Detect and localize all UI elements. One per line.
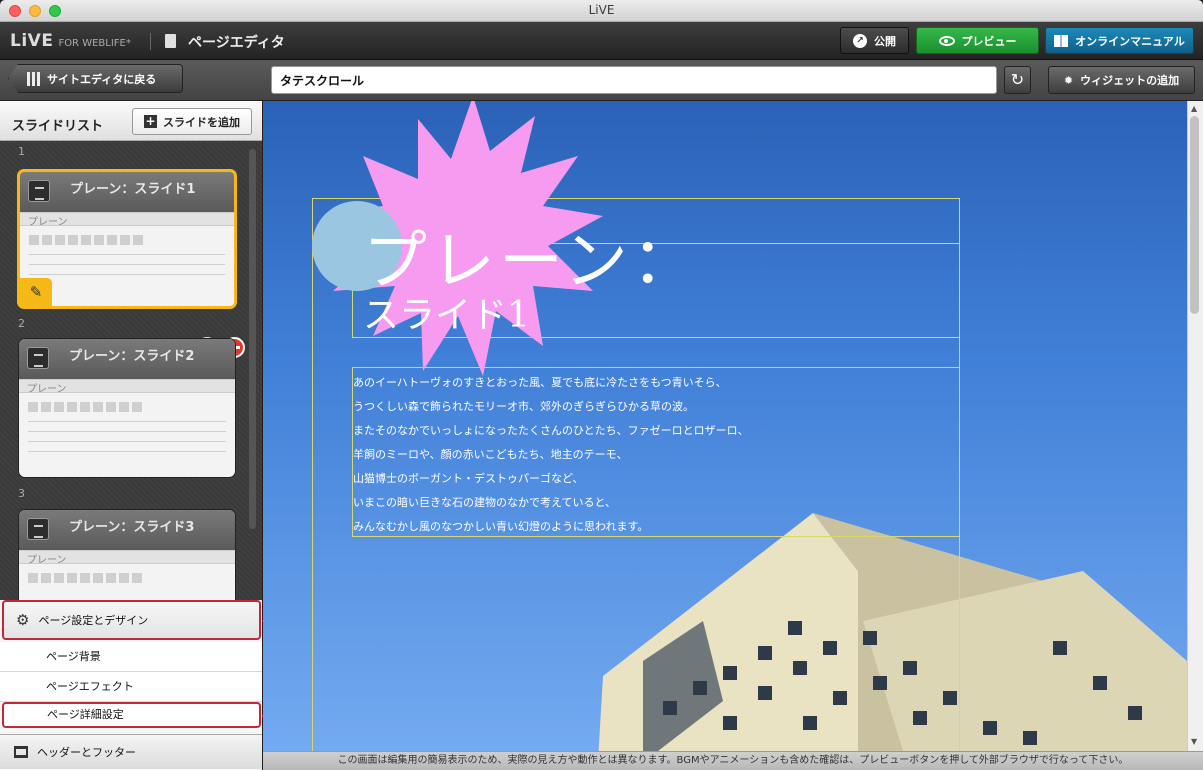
page-settings-design-button[interactable]: ⚙ ページ設定とデザイン [2,600,261,640]
page-editor-label: ページエディタ [188,35,285,51]
slide-number: 3 [18,487,25,500]
window-titlebar: LiVE [0,0,1203,22]
slide-layout-label: プレーン [20,212,234,228]
slide-body-text[interactable]: あのイーハトーヴォのすきとおった風、夏でも底に冷たさをもつ青いそら、 うつくしい… [353,371,953,539]
scroll-down-icon[interactable]: ▼ [1191,737,1197,746]
slide-thumbnail-1[interactable]: プレーン：スライド1 プレーン ✎ [17,169,237,309]
page-effect-item[interactable]: ページエフェクト [0,672,262,702]
slide-layout-icon [27,347,49,369]
slide-title: プレーン：スライド3 [69,520,195,535]
edit-pencil-icon[interactable]: ✎ [20,278,52,306]
page-background-item[interactable]: ページ背景 [0,642,262,672]
page-canvas[interactable]: プレーン： スライド1 あのイーハトーヴォのすきとおった風、夏でも底に冷たさをも… [263,101,1187,751]
slide-list-title: スライドリスト [12,119,104,134]
scroll-up-icon[interactable]: ▲ [1191,104,1197,113]
columns-icon [27,71,40,86]
page-settings-panel: ⚙ ページ設定とデザイン ページ背景 ページエフェクト ページ詳細設定 ヘッダー… [0,600,262,770]
slide-number: 2 [18,317,25,330]
publish-button[interactable]: ↗ 公開 [840,27,909,54]
back-to-site-editor-button[interactable]: サイトエディタに戻る [8,64,183,93]
eye-icon [938,35,955,46]
header-footer-button[interactable]: ヘッダーとフッター [0,734,262,769]
slide-layout-icon [27,518,49,540]
header-divider [150,33,151,50]
window-title: LiVE [588,3,615,17]
book-icon [1054,34,1069,47]
slide-list-scrollbar[interactable] [249,149,256,529]
slide-thumbnail-2[interactable]: プレーン：スライド2 プレーン [18,338,236,478]
online-manual-button[interactable]: オンラインマニュアル [1045,27,1194,54]
add-slide-button[interactable]: + スライドを追加 [132,108,252,135]
app-logo: LiVE FOR WEBLIFE* [10,31,131,51]
slide-list[interactable]: 1 プレーン：スライド1 プレーン ✎ ⧉ 2 プレーン：スライド2 プレーン … [0,141,262,601]
slide-layout-label: プレーン [19,550,235,566]
scrollbar-thumb[interactable] [1190,116,1199,314]
publish-icon: ↗ [853,33,867,48]
plus-icon: + [144,114,157,128]
slide-list-header: スライドリスト + スライドを追加 [0,101,262,141]
slide-layout-icon [28,180,50,202]
gear-icon: ✹ [1063,73,1074,87]
add-widget-button[interactable]: ✹ ウィジェットの追加 [1048,66,1195,94]
page-title-input[interactable] [271,66,997,94]
preview-button[interactable]: プレビュー [916,27,1039,54]
slide-title: プレーン：スライド1 [70,182,196,197]
editor-toolbar: サイトエディタに戻る ↻ ✹ ウィジェットの追加 [0,60,1203,101]
gear-icon: ⚙ [16,611,30,629]
status-bar: この画面は編集用の簡易表示のため、実際の見え方や動作とは異なります。BGMやアニ… [263,751,1203,770]
app-header: LiVE FOR WEBLIFE* ページエディタ ↗ 公開 プレビュー オンライ… [0,22,1203,60]
slide-title: プレーン：スライド2 [69,349,195,364]
slide-layout-label: プレーン [19,379,235,395]
page-detail-settings-item[interactable]: ページ詳細設定 [2,702,261,728]
document-icon [165,34,176,48]
refresh-icon[interactable]: ↻ [1004,66,1031,94]
header-footer-icon [14,746,28,758]
sidebar: スライドリスト + スライドを追加 1 プレーン：スライド1 プレーン ✎ ⧉ … [0,101,262,770]
slide-number: 1 [18,145,25,158]
slide-heading[interactable]: プレーン： スライド1 [363,226,963,346]
slide-thumbnail-3[interactable]: プレーン：スライド3 プレーン [18,509,236,601]
